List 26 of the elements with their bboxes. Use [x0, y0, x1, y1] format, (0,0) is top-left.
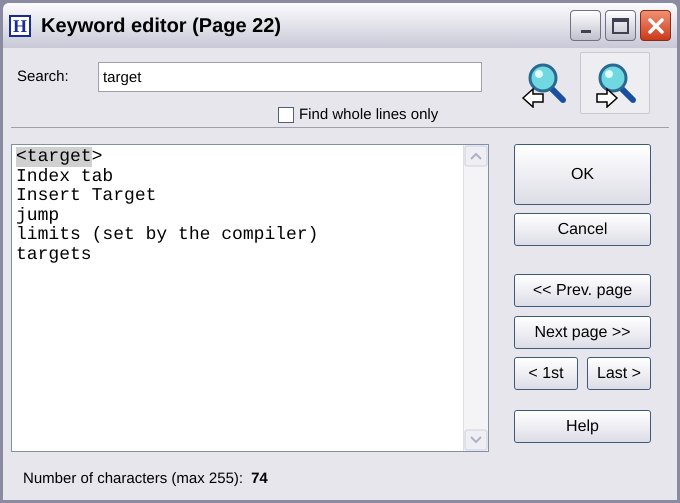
whole-lines-checkbox[interactable]: Find whole lines only — [278, 104, 486, 126]
minimize-button[interactable] — [570, 10, 601, 41]
cancel-button[interactable]: Cancel — [514, 213, 651, 246]
keyword-text-area[interactable]: <target> Index tab Insert Target jump limits (set by the compiler) targets — [11, 144, 489, 452]
previous-page-button[interactable]: << Prev. page — [514, 274, 651, 307]
text-line: Insert Target — [16, 187, 156, 206]
last-page-button[interactable]: Last > — [587, 357, 651, 390]
character-count: 74 — [251, 468, 268, 489]
help-button[interactable]: Help — [514, 410, 651, 443]
text-line: targets — [16, 246, 92, 265]
window-title: Keyword editor (Page 22) — [41, 14, 282, 38]
next-page-button[interactable]: Next page >> — [514, 316, 651, 349]
text-line: <target> — [16, 148, 102, 168]
find-next-button[interactable] — [580, 52, 650, 114]
maximize-button[interactable] — [605, 10, 636, 41]
app-icon: H — [9, 14, 31, 36]
close-button[interactable] — [640, 10, 671, 41]
text-line: Index tab — [16, 168, 114, 187]
text-line: limits (set by the compiler) — [16, 226, 318, 246]
first-page-button[interactable]: < 1st — [514, 357, 578, 390]
search-field[interactable]: target — [98, 62, 482, 92]
close-icon — [648, 18, 664, 34]
search-label: Search: — [16, 66, 70, 87]
text-line: jump — [16, 206, 60, 226]
ok-button[interactable]: OK — [514, 144, 651, 205]
character-count-label: Number of characters (max 255): — [23, 468, 244, 489]
